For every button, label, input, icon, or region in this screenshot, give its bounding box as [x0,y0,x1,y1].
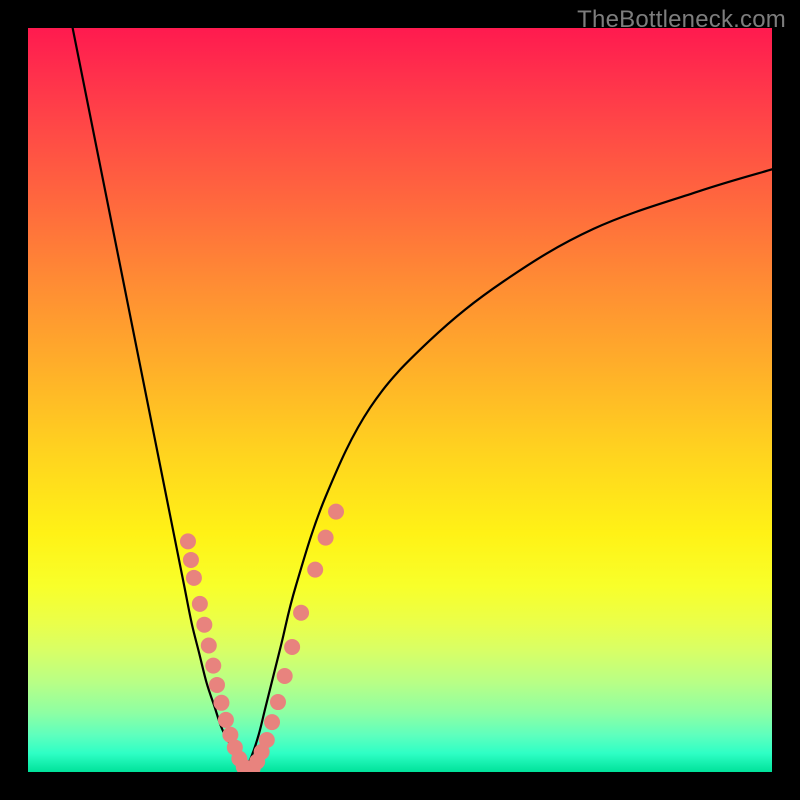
scatter-dot [318,530,334,546]
scatter-dot [277,668,293,684]
scatter-dot [259,732,275,748]
scatter-dots-group [180,504,344,772]
scatter-dot [218,712,234,728]
watermark-text: TheBottleneck.com [577,6,786,34]
scatter-dot [213,695,229,711]
scatter-dot [293,605,309,621]
chart-svg [28,28,772,772]
scatter-dot [196,617,212,633]
scatter-dot [205,658,221,674]
scatter-dot [201,638,217,654]
scatter-dot [183,552,199,568]
scatter-dot [270,694,286,710]
scatter-dot [264,714,280,730]
scatter-dot [180,533,196,549]
scatter-dot [284,639,300,655]
scatter-dot [328,504,344,520]
right-curve-line [244,169,772,772]
chart-stage: TheBottleneck.com [0,0,800,800]
scatter-dot [192,596,208,612]
plot-area [28,28,772,772]
scatter-dot [307,562,323,578]
scatter-dot [209,677,225,693]
scatter-dot [186,570,202,586]
